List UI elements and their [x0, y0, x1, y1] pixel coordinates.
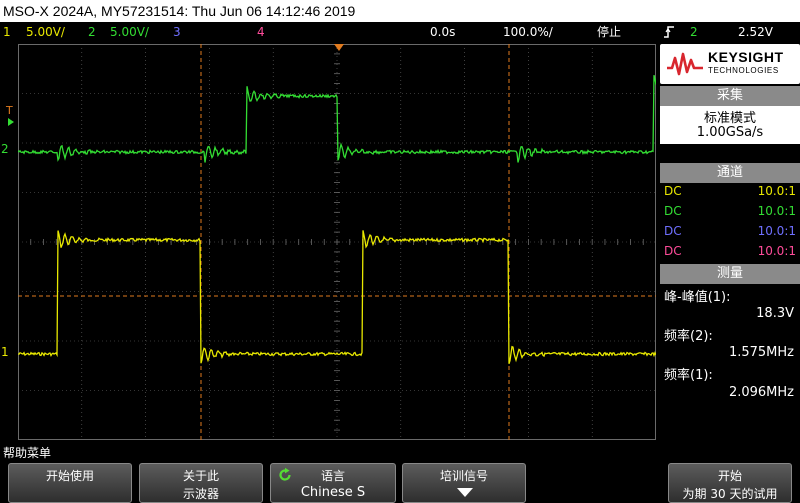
softkey-training-signals[interactable]: 培训信号 [402, 463, 526, 503]
ch1-number[interactable]: 1 [3, 22, 11, 42]
measurement-value: 2.096MHz [728, 385, 794, 400]
acquisition-mode: 标准模式 [703, 111, 756, 126]
softkey-label: 开始使用 [45, 469, 94, 483]
softkey-label: 开始 [717, 469, 742, 483]
trigger-position-icon [334, 44, 344, 51]
ch2-probe: 10.0:1 [757, 204, 796, 218]
ch4-probe: 10.0:1 [757, 244, 796, 258]
ch2-scale[interactable]: 5.00V/ [110, 22, 149, 42]
time-scale[interactable]: 100.0%/ [503, 22, 553, 42]
softkey-language[interactable]: 语言 Chinese S [270, 463, 396, 503]
ch2-coupling: DC [664, 204, 682, 218]
ch1-scale[interactable]: 5.00V/ [26, 22, 65, 42]
ch1-ground-marker[interactable]: 1 [1, 345, 9, 359]
submenu-arrow-icon [457, 488, 473, 497]
softkey-label: 语言 [320, 469, 345, 483]
measure-header[interactable]: 测量 [660, 264, 800, 284]
ch1-waveform [18, 230, 656, 364]
measurement-value: 1.575MHz [728, 345, 794, 360]
time-delay[interactable]: 0.0s [430, 22, 455, 42]
measurement-label: 频率(2): [664, 329, 713, 344]
sample-rate: 1.00GSa/s [696, 125, 764, 140]
softkey-label: 关于此 [182, 469, 219, 483]
trigger-level[interactable]: 2.52V [738, 22, 773, 42]
keysight-wave-icon [667, 52, 703, 76]
ch3-probe: 10.0:1 [757, 224, 796, 238]
softkey-value: Chinese S [300, 485, 366, 500]
ch1-probe: 10.0:1 [757, 184, 796, 198]
trigger-arrow-icon [8, 118, 14, 126]
trigger-source[interactable]: 2 [690, 22, 698, 42]
ch3-coupling: DC [664, 224, 682, 238]
measurement-label: 频率(1): [664, 368, 713, 383]
keysight-logo: KEYSIGHT TECHNOLOGIES [660, 44, 800, 84]
ch1-coupling: DC [664, 184, 682, 198]
softkey-about-scope[interactable]: 关于此 示波器 [139, 463, 263, 503]
acquisition-box[interactable]: 标准模式 1.00GSa/s [660, 106, 800, 144]
measurement-label: 峰-峰值(1): [664, 290, 731, 305]
waveform-display[interactable] [18, 44, 656, 440]
ch2-number[interactable]: 2 [88, 22, 96, 42]
channels-header[interactable]: 通道 [660, 163, 800, 183]
status-bar: 1 5.00V/ 2 5.00V/ 3 4 0.0s 100.0%/ 停止 2 … [0, 22, 800, 42]
softkey-label: 为期 30 天的试用 [682, 487, 778, 501]
run-state[interactable]: 停止 [597, 22, 621, 42]
help-menu-label: 帮助菜单 [3, 446, 52, 460]
info-panel: KEYSIGHT TECHNOLOGIES 采集 标准模式 1.00GSa/s … [660, 44, 800, 440]
softkey-30-day-trial[interactable]: 开始 为期 30 天的试用 [668, 463, 792, 503]
ch2-ground-marker[interactable]: 2 [1, 142, 9, 156]
ch4-number[interactable]: 4 [257, 22, 265, 42]
window-title: MSO-X 2024A, MY57231514: Thu Jun 06 14:1… [0, 0, 800, 22]
softkey-label: 示波器 [182, 487, 219, 501]
softkey-getting-started[interactable]: 开始使用 [8, 463, 132, 503]
acquisition-header[interactable]: 采集 [660, 86, 800, 106]
measurement-value: 18.3V [756, 306, 794, 321]
trigger-level-marker[interactable]: T [6, 104, 13, 117]
ch4-coupling: DC [664, 244, 682, 258]
softkey-label: 培训信号 [439, 469, 488, 483]
ch3-number[interactable]: 3 [173, 22, 181, 42]
trigger-rising-edge-icon [663, 25, 675, 45]
